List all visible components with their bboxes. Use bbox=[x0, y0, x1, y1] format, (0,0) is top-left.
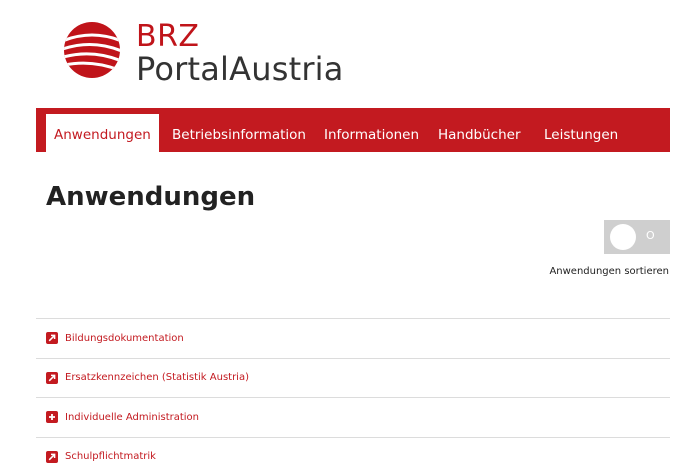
list-item-label: Ersatzkennzeichen (Statistik Austria) bbox=[65, 372, 249, 384]
list-item-schulpflichtmatrik[interactable]: Schulpflichtmatrik bbox=[36, 436, 670, 468]
toggle-state-text: O bbox=[646, 229, 655, 242]
toggle-knob bbox=[610, 224, 636, 250]
brz-globe-icon bbox=[64, 22, 120, 78]
logo-brz-text: BRZ bbox=[136, 19, 200, 54]
page-title: Anwendungen bbox=[46, 182, 256, 212]
list-item-label: Schulpflichtmatrik bbox=[65, 451, 156, 463]
main-navigation: Anwendungen Betriebsinformation Informat… bbox=[36, 108, 670, 152]
list-item-bildungsdokumentation[interactable]: Bildungsdokumentation bbox=[36, 318, 670, 358]
list-item-label: Individuelle Administration bbox=[65, 411, 200, 423]
sort-toggle[interactable]: O bbox=[604, 220, 670, 254]
external-link-icon bbox=[46, 332, 58, 345]
nav-tab-leistungen[interactable]: Leistungen bbox=[536, 114, 626, 152]
nav-tab-betriebsinformation[interactable]: Betriebsinformation bbox=[164, 114, 314, 152]
nav-tab-handbuecher[interactable]: Handbücher bbox=[430, 114, 529, 152]
applications-list: Bildungsdokumentation Ersatzkennzeichen … bbox=[36, 318, 670, 468]
sort-toggle-label: Anwendungen sortieren bbox=[549, 266, 669, 277]
list-item-ersatzkennzeichen[interactable]: Ersatzkennzeichen (Statistik Austria) bbox=[36, 357, 670, 398]
external-link-icon bbox=[46, 450, 58, 463]
list-item-individuelle-administration[interactable]: Individuelle Administration bbox=[36, 397, 670, 437]
logo-portal-text: PortalAustria bbox=[136, 50, 344, 88]
external-link-icon bbox=[46, 371, 58, 384]
nav-tab-anwendungen[interactable]: Anwendungen bbox=[46, 114, 159, 152]
list-item-label: Bildungsdokumentation bbox=[65, 332, 184, 344]
plus-icon bbox=[46, 411, 58, 424]
nav-tab-informationen[interactable]: Informationen bbox=[316, 114, 427, 152]
